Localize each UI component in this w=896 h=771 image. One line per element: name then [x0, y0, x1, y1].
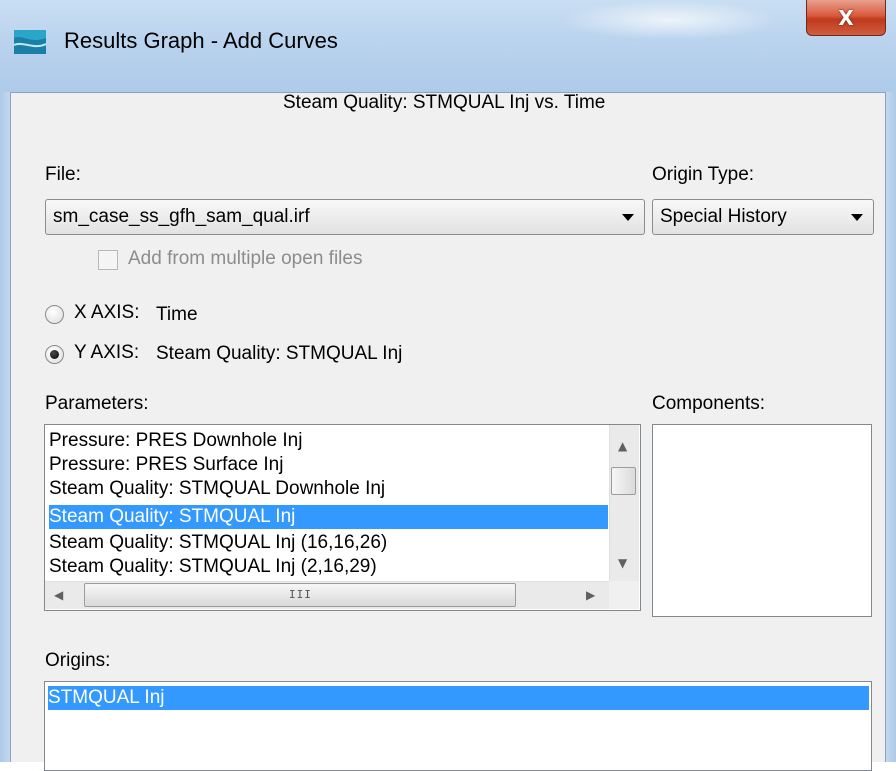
graph-subtitle: Steam Quality: STMQUAL Inj vs. Time [283, 92, 606, 113]
parameters-label: Parameters: [45, 393, 149, 414]
vertical-scroll-thumb[interactable] [611, 467, 636, 495]
close-button[interactable]: X [806, 0, 886, 36]
origin-type-combobox[interactable]: Special History [652, 199, 874, 235]
y-axis-label: Y AXIS: [74, 342, 140, 363]
window-frame-right [886, 92, 896, 762]
x-axis-value: Time [156, 304, 198, 325]
window-frame-left [0, 92, 10, 762]
origin-type-label: Origin Type: [652, 164, 755, 185]
parameter-item[interactable]: Pressure: PRES Downhole Inj [49, 429, 302, 453]
scroll-down-icon[interactable]: ▼ [618, 557, 627, 569]
app-icon [13, 30, 47, 54]
x-axis-radio[interactable] [45, 305, 64, 324]
file-label: File: [45, 164, 81, 185]
add-multiple-files-checkbox[interactable] [98, 250, 118, 270]
scroll-up-icon[interactable]: ▲ [618, 440, 627, 452]
origins-listbox[interactable]: STMQUAL Inj [44, 681, 872, 771]
origins-label: Origins: [45, 650, 111, 671]
scroll-left-icon[interactable]: ◀ [54, 589, 63, 601]
origin-item-selected[interactable]: STMQUAL Inj [48, 686, 869, 710]
parameter-item[interactable]: Steam Quality: STMQUAL Inj (2,16,29) [49, 555, 377, 579]
x-axis-label: X AXIS: [74, 302, 140, 323]
chevron-down-icon [622, 214, 634, 221]
parameter-item[interactable]: Pressure: PRES Surface Inj [49, 453, 283, 477]
scrollbar-corner [609, 581, 639, 609]
parameter-item-selected[interactable]: Steam Quality: STMQUAL Inj [49, 505, 608, 529]
file-combobox[interactable]: sm_case_ss_gfh_sam_qual.irf [45, 199, 645, 235]
file-combobox-value: sm_case_ss_gfh_sam_qual.irf [53, 206, 310, 227]
parameter-item[interactable]: Steam Quality: STMQUAL Downhole Inj [49, 477, 385, 501]
components-listbox[interactable] [652, 424, 872, 617]
chevron-down-icon [851, 214, 863, 221]
window-title: Results Graph - Add Curves [64, 28, 338, 53]
y-axis-radio[interactable] [45, 345, 64, 364]
radio-selected-dot [50, 350, 59, 359]
add-multiple-files-label: Add from multiple open files [128, 248, 363, 269]
parameter-item[interactable]: Steam Quality: STMQUAL Inj (16,16,26) [49, 531, 387, 555]
scroll-right-icon[interactable]: ▶ [586, 589, 595, 601]
close-icon: X [838, 5, 854, 30]
scroll-grip-icon: III [289, 588, 312, 601]
components-label: Components: [652, 393, 766, 414]
title-bar-glow [560, 0, 780, 40]
origin-type-combobox-value: Special History [660, 206, 787, 227]
y-axis-value: Steam Quality: STMQUAL Inj [156, 343, 403, 364]
